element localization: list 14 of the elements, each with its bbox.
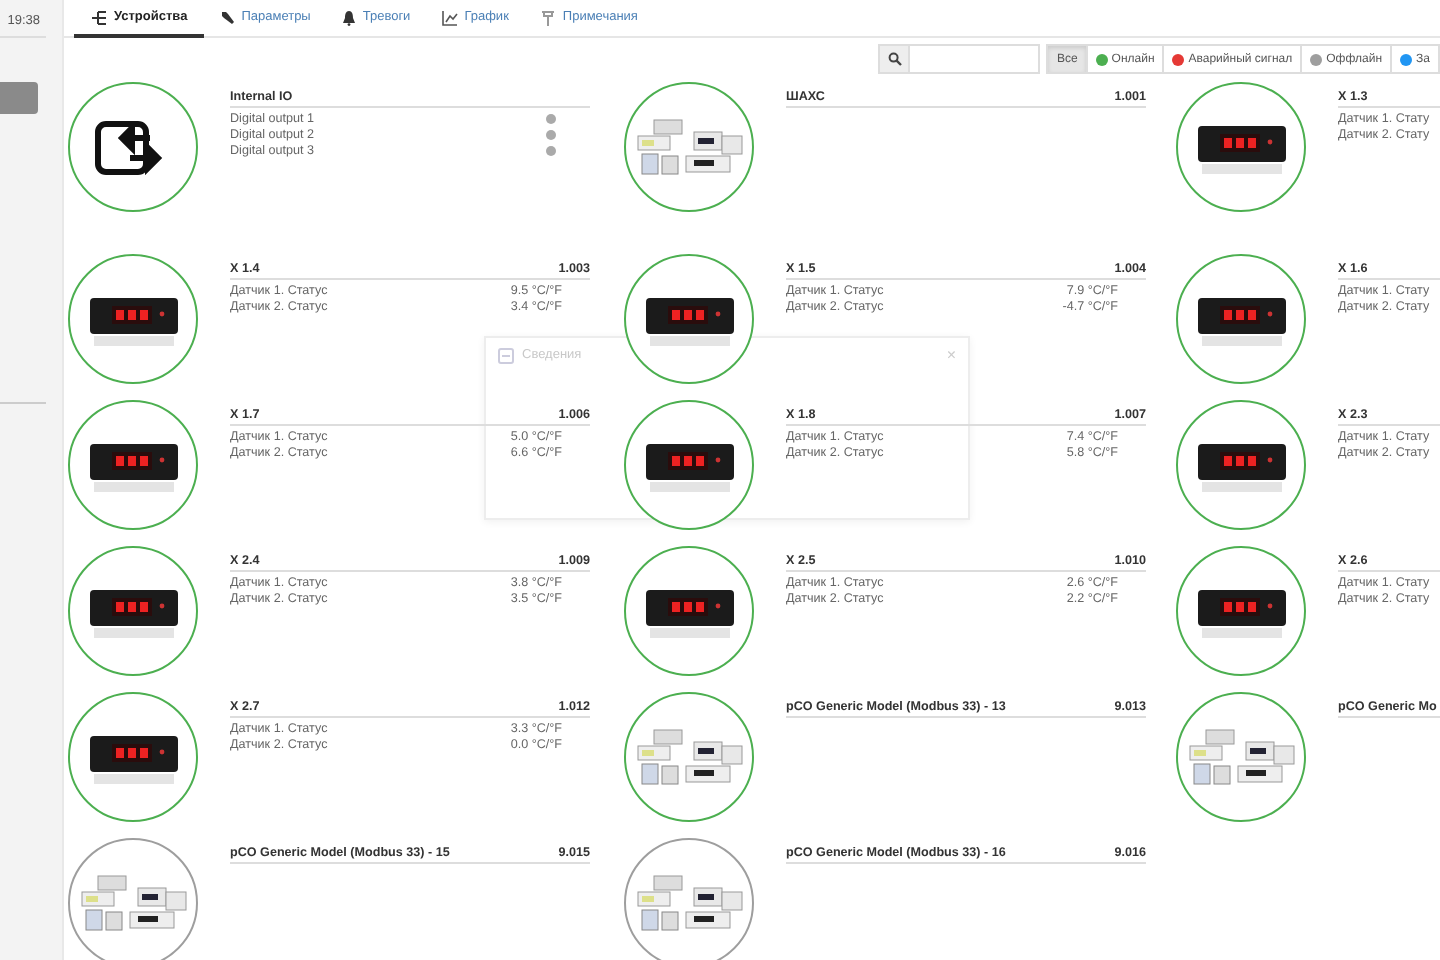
controllers-drawing [1185, 725, 1297, 789]
search-icon [887, 52, 902, 66]
chart-icon [442, 9, 459, 25]
bell-icon [342, 9, 357, 25]
network-icon [90, 9, 108, 25]
search-button[interactable] [878, 44, 911, 74]
info-icon [498, 347, 514, 363]
controllers-drawing [633, 115, 745, 179]
search-field[interactable] [910, 44, 1041, 74]
wrench-icon [219, 9, 236, 25]
controllers-drawing [77, 871, 189, 935]
pin-icon [540, 9, 557, 25]
controllers-drawing [633, 871, 745, 935]
controllers-drawing [633, 725, 745, 789]
